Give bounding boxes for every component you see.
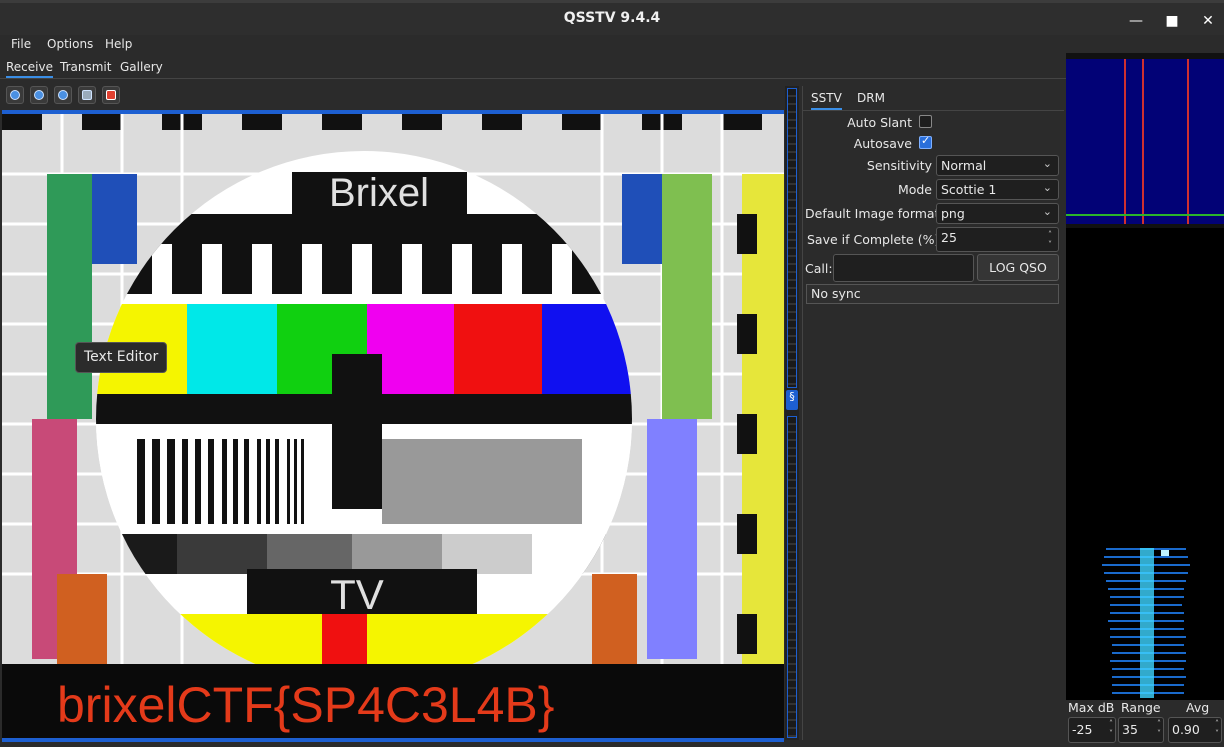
spin-arrows-icon[interactable]: ˄ ˅	[1215, 719, 1219, 739]
minimize-icon[interactable]: —	[1127, 12, 1145, 30]
eraser-icon[interactable]	[102, 86, 120, 104]
tab-sstv[interactable]: SSTV	[811, 91, 842, 110]
stop-icon[interactable]	[30, 86, 48, 104]
window-title: QSSTV 9.4.4	[563, 10, 661, 26]
tab-drm[interactable]: DRM	[857, 91, 885, 105]
call-input[interactable]	[833, 254, 974, 282]
maximize-icon[interactable]: ■	[1163, 12, 1181, 30]
close-icon[interactable]: ✕	[1199, 12, 1217, 30]
title-bar: QSSTV 9.4.4 — ■ ✕	[0, 0, 1224, 35]
sensitivity-select[interactable]: Normal ⌄	[936, 155, 1059, 176]
tab-transmit[interactable]: Transmit	[60, 60, 111, 74]
avg-value: 0.90	[1172, 722, 1200, 737]
slider-handle[interactable]: §	[786, 390, 798, 410]
spin-arrows-icon[interactable]: ˄ ˅	[1048, 230, 1052, 250]
sensitivity-value: Normal	[941, 158, 987, 173]
avg-label: Avg	[1186, 700, 1210, 715]
vertical-slider-top[interactable]	[787, 88, 797, 388]
spectrum-display[interactable]	[1066, 53, 1224, 228]
max-db-value: -25	[1072, 722, 1093, 737]
logo-text: Brixel	[329, 171, 429, 215]
image-format-select[interactable]: png ⌄	[936, 203, 1059, 224]
save-icon[interactable]	[78, 86, 96, 104]
menu-help[interactable]: Help	[105, 37, 132, 51]
mode-value: Scottie 1	[941, 182, 997, 197]
start-icon[interactable]	[6, 86, 24, 104]
avg-spinbox[interactable]: 0.90 ˄ ˅	[1168, 717, 1222, 743]
chevron-down-icon: ⌄	[1042, 157, 1052, 170]
vertical-slider-bottom[interactable]	[787, 416, 797, 738]
main-tabs: Receive Transmit Gallery	[0, 57, 1066, 79]
sstv-settings-panel: SSTV DRM Auto Slant Autosave Sensitivity…	[802, 86, 1064, 740]
spin-arrows-icon[interactable]: ˄ ˅	[1109, 719, 1113, 739]
chevron-down-icon: ⌄	[1042, 205, 1052, 218]
resync-icon[interactable]	[54, 86, 72, 104]
range-value: 35	[1122, 722, 1138, 737]
log-qso-button[interactable]: LOG QSO	[977, 254, 1059, 281]
save-complete-label: Save if Complete (%)	[807, 232, 940, 247]
menu-bar: File Options Help	[0, 35, 1066, 57]
menu-options[interactable]: Options	[47, 37, 93, 51]
vertical-slider-panel: §	[785, 86, 799, 740]
chevron-down-icon: ⌄	[1042, 181, 1052, 194]
received-image: Brixel TV brixelCTF{SP4C3L4B}	[2, 110, 784, 742]
autosave-label: Autosave	[853, 136, 912, 151]
flag-caption: brixelCTF{SP4C3L4B}	[57, 677, 554, 733]
menu-file[interactable]: File	[11, 37, 31, 51]
image-format-label: Default Image format	[805, 206, 940, 221]
range-spinbox[interactable]: 35 ˄ ˅	[1118, 717, 1164, 743]
auto-slant-checkbox[interactable]	[919, 115, 932, 128]
autosave-checkbox[interactable]	[919, 134, 932, 149]
tab-gallery[interactable]: Gallery	[120, 60, 163, 74]
mode-label: Mode	[897, 182, 932, 197]
max-db-spinbox[interactable]: -25 ˄ ˅	[1068, 717, 1116, 743]
tab-receive[interactable]: Receive	[6, 60, 53, 78]
test-card-image: Brixel TV brixelCTF{SP4C3L4B}	[2, 114, 784, 738]
tv-text: TV	[330, 571, 384, 618]
mode-select[interactable]: Scottie 1 ⌄	[936, 179, 1059, 200]
waterfall-display[interactable]	[1066, 228, 1224, 700]
spin-arrows-icon[interactable]: ˄ ˅	[1157, 719, 1161, 739]
save-complete-spinbox[interactable]: 25 ˄ ˅	[936, 227, 1059, 252]
save-complete-value: 25	[941, 230, 957, 245]
call-label: Call:	[805, 261, 833, 276]
auto-slant-label: Auto Slant	[847, 115, 912, 130]
sensitivity-label: Sensitivity	[866, 158, 932, 173]
spectrum-controls: Max dB Range Avg -25 ˄ ˅ 35 ˄ ˅ 0.90 ˄ ˅	[1066, 700, 1224, 747]
sync-status: No sync	[806, 284, 1059, 304]
range-label: Range	[1121, 700, 1161, 715]
max-db-label: Max dB	[1068, 700, 1115, 715]
tooltip: Text Editor	[75, 342, 168, 373]
image-format-value: png	[941, 206, 965, 221]
